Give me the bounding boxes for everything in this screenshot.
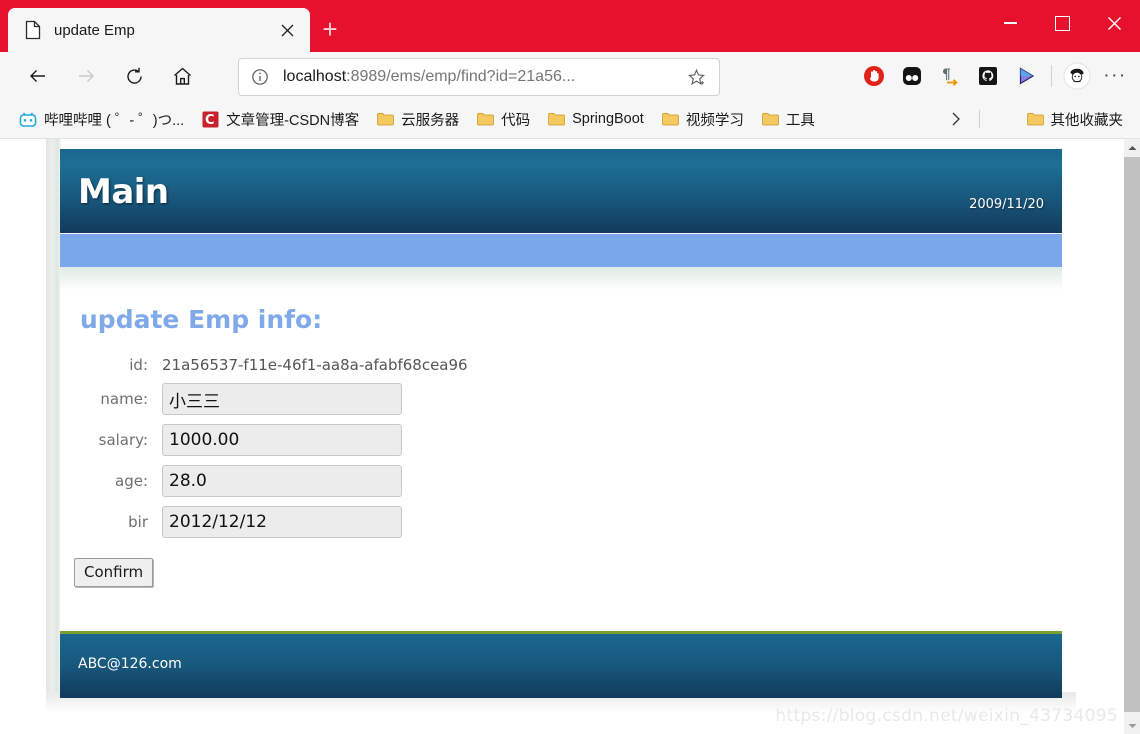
bir-label: bir <box>128 513 148 531</box>
bookmark-folder-code[interactable]: 代码 <box>470 106 537 132</box>
site-nav-bar[interactable] <box>60 233 1062 267</box>
folder-icon <box>662 112 679 126</box>
confirm-button[interactable]: Confirm <box>74 558 154 587</box>
salary-input[interactable] <box>162 424 402 456</box>
pilcrow-translate-icon[interactable]: ¶ <box>931 58 969 94</box>
bookmark-bilibili[interactable]: 哔哩哔哩 ( ゜- ゜)つ... <box>12 106 191 132</box>
id-value: 21a56537-f11e-46f1-aa8a-afabf68cea96 <box>162 356 468 374</box>
cursor-triangle-icon[interactable] <box>1007 58 1045 94</box>
vertical-scrollbar[interactable] <box>1124 139 1140 734</box>
form-row-salary: salary: <box>60 424 1062 456</box>
form-row-name: name: <box>60 383 1062 415</box>
folder-icon <box>762 112 779 126</box>
site-container: Main 2009/11/20 update Emp info: id: 21a… <box>60 149 1062 698</box>
folder-icon <box>548 112 565 126</box>
browser-window: update Emp + localhost:8989/ems/emp/find… <box>0 0 1140 734</box>
watermark: https://blog.csdn.net/weixin_43734095 <box>775 706 1118 726</box>
bookmark-folder-cloud-server[interactable]: 云服务器 <box>370 106 466 132</box>
bookmark-label: 哔哩哔哩 ( ゜- ゜)つ... <box>44 112 185 129</box>
form-row-bir: bir <box>60 506 1062 538</box>
footer-email: ABC@126.com <box>78 656 182 672</box>
bookmark-folder-video-study[interactable]: 视频学习 <box>655 106 751 132</box>
tab-title: update Emp <box>54 21 135 39</box>
minimize-icon[interactable] <box>984 0 1036 46</box>
chevron-right-icon[interactable] <box>944 107 968 131</box>
scroll-down-arrow-icon[interactable] <box>1124 717 1140 734</box>
url-host: localhost <box>283 68 347 85</box>
document-icon <box>24 20 42 40</box>
more-dots-icon[interactable]: ··· <box>1096 58 1134 94</box>
name-label: name: <box>100 390 148 408</box>
site-footer: ABC@126.com <box>60 631 1062 698</box>
bookmark-folder-tools[interactable]: 工具 <box>755 106 822 132</box>
salary-label: salary: <box>98 431 148 449</box>
bookmark-label: 其他收藏夹 <box>1050 112 1124 129</box>
browser-tab[interactable]: update Emp <box>8 8 310 52</box>
content-top-fade <box>60 267 1062 291</box>
bookmark-label: 视频学习 <box>685 112 744 129</box>
dark-reader-icon[interactable] <box>893 58 931 94</box>
forward-arrow-icon <box>66 56 106 96</box>
address-bar[interactable]: localhost:8989/ems/emp/find?id=21a56... <box>238 58 720 96</box>
update-emp-form: id: 21a56537-f11e-46f1-aa8a-afabf68cea96… <box>60 356 1062 587</box>
id-label: id: <box>129 356 148 374</box>
bookmarks-divider <box>979 110 980 128</box>
form-heading: update Emp info: <box>80 305 323 334</box>
folder-icon <box>377 112 394 126</box>
toolbar-divider <box>1051 65 1052 87</box>
scroll-up-arrow-icon[interactable] <box>1124 139 1140 156</box>
close-window-icon[interactable] <box>1088 0 1140 46</box>
folder-icon <box>1026 112 1044 126</box>
age-input[interactable] <box>162 465 402 497</box>
bookmark-label: SpringBoot <box>572 111 644 127</box>
bookmark-csdn[interactable]: C 文章管理-CSDN博客 <box>195 106 366 132</box>
adblock-icon[interactable] <box>855 58 893 94</box>
folder-icon <box>477 112 494 126</box>
bir-input[interactable] <box>162 506 402 538</box>
home-icon[interactable] <box>162 56 202 96</box>
header-date: 2009/11/20 <box>969 197 1044 212</box>
scrollbar-thumb[interactable] <box>1124 157 1140 712</box>
bilibili-icon <box>19 111 37 128</box>
maximize-icon[interactable] <box>1036 0 1088 46</box>
csdn-icon: C <box>202 111 219 128</box>
extensions-tray: ¶ ··· <box>855 58 1134 94</box>
github-icon[interactable] <box>969 58 1007 94</box>
name-input[interactable] <box>162 383 402 415</box>
back-arrow-icon[interactable] <box>18 56 58 96</box>
bookmark-label: 文章管理-CSDN博客 <box>226 112 360 129</box>
new-tab-button[interactable]: + <box>316 15 344 43</box>
svg-text:C: C <box>205 113 215 128</box>
tab-close-icon[interactable] <box>272 15 302 45</box>
address-bar-text: localhost:8989/ems/emp/find?id=21a56... <box>283 68 681 86</box>
title-bar: update Emp + <box>0 0 1140 52</box>
form-row-id: id: 21a56537-f11e-46f1-aa8a-afabf68cea96 <box>60 356 1062 374</box>
bookmark-label: 代码 <box>501 112 531 129</box>
form-row-age: age: <box>60 465 1062 497</box>
avatar[interactable] <box>1058 58 1096 94</box>
bookmarks-bar: 哔哩哔哩 ( ゜- ゜)つ... C 文章管理-CSDN博客 云服务器 代码 S… <box>0 100 1140 139</box>
bookmark-folder-springboot[interactable]: SpringBoot <box>541 106 651 132</box>
age-label: age: <box>115 472 148 490</box>
info-circle-icon[interactable] <box>251 68 269 86</box>
bookmark-label: 工具 <box>785 112 815 129</box>
svg-text:¶: ¶ <box>942 67 951 83</box>
bookmark-other-folder[interactable]: 其他收藏夹 <box>1020 106 1131 132</box>
page-viewport: Main 2009/11/20 update Emp info: id: 21a… <box>0 139 1140 734</box>
form-actions: Confirm <box>74 558 1062 587</box>
site-header: Main 2009/11/20 <box>60 149 1062 233</box>
page-title: Main <box>78 172 169 212</box>
site-content: update Emp info: id: 21a56537-f11e-46f1-… <box>60 291 1062 631</box>
bookmark-label: 云服务器 <box>401 112 460 129</box>
favorite-star-icon[interactable] <box>681 62 711 92</box>
window-controls <box>984 0 1140 46</box>
url-path: :8989/ems/emp/find?id=21a56... <box>346 68 576 85</box>
refresh-icon[interactable] <box>114 56 154 96</box>
